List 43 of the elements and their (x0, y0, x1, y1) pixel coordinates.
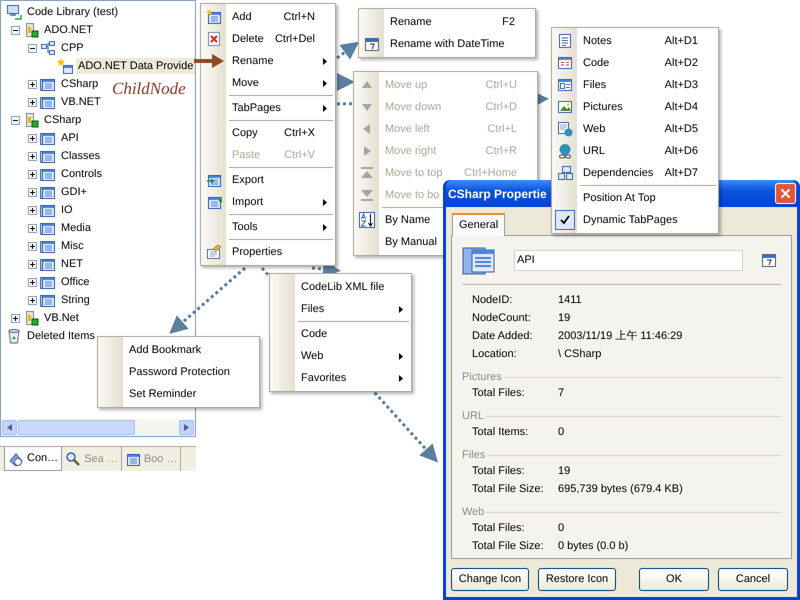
shortcut-text: Alt+D5 (664, 122, 698, 137)
shortcut-text: Ctrl+Home (463, 166, 517, 181)
shortcut-text: Alt+D2 (664, 56, 698, 71)
field-label: NodeID: (472, 293, 514, 308)
field-label: Total Files: (472, 386, 526, 401)
field-label: Total File Size: (472, 482, 545, 497)
shortcut-text: Ctrl+X (283, 126, 315, 141)
shortcut-text: Ctrl+N (282, 10, 315, 25)
section-title: Pictures (462, 370, 502, 384)
field-label: Date Added: (472, 329, 534, 344)
shortcut-text: Ctrl+L (486, 122, 517, 137)
field-value: 19 (558, 311, 572, 326)
field-value: 0 (558, 521, 566, 536)
field-value: 695,739 bytes (679.4 KB) (558, 482, 684, 497)
field-label: Total Files: (472, 464, 526, 479)
shortcut-text: F2 (501, 14, 515, 30)
field-label: Location: (472, 347, 518, 362)
field-label: Total Files: (472, 521, 526, 536)
shortcut-text: Alt+D6 (664, 144, 698, 159)
section-title: URL (462, 409, 484, 423)
field-label: Total File Size: (472, 539, 545, 554)
shortcut-text: Alt+D7 (664, 166, 698, 181)
shortcut-text: Ctrl+Del (274, 32, 315, 47)
shortcut-text: Alt+D4 (664, 100, 698, 115)
shortcut-text: Ctrl+V (283, 148, 315, 163)
section-title: Web (462, 505, 484, 519)
field-value: 2003/11/19 上午 11:46:29 (558, 329, 684, 344)
shortcut-text: Ctrl+R (484, 144, 517, 159)
shortcut-text: Ctrl+D (484, 100, 517, 115)
field-label: Total Items: (472, 425, 530, 440)
window-title: CSharp Propertie (448, 186, 547, 202)
field-label: NodeCount: (472, 311, 532, 326)
shortcut-text: Alt+D3 (664, 78, 698, 93)
field-value: 19 (558, 464, 572, 479)
field-value: \ CSharp (558, 347, 602, 362)
field-value: 0 (558, 425, 566, 440)
field-value: 1411 (558, 293, 583, 308)
field-value: 0 bytes (0.0 b) (558, 539, 630, 554)
shortcut-text: Alt+D1 (664, 34, 698, 49)
section-title: Files (462, 448, 486, 462)
shortcut-text: Ctrl+U (484, 78, 517, 93)
field-value: 7 (558, 386, 566, 401)
annotation-text: ChildNode (112, 78, 186, 100)
